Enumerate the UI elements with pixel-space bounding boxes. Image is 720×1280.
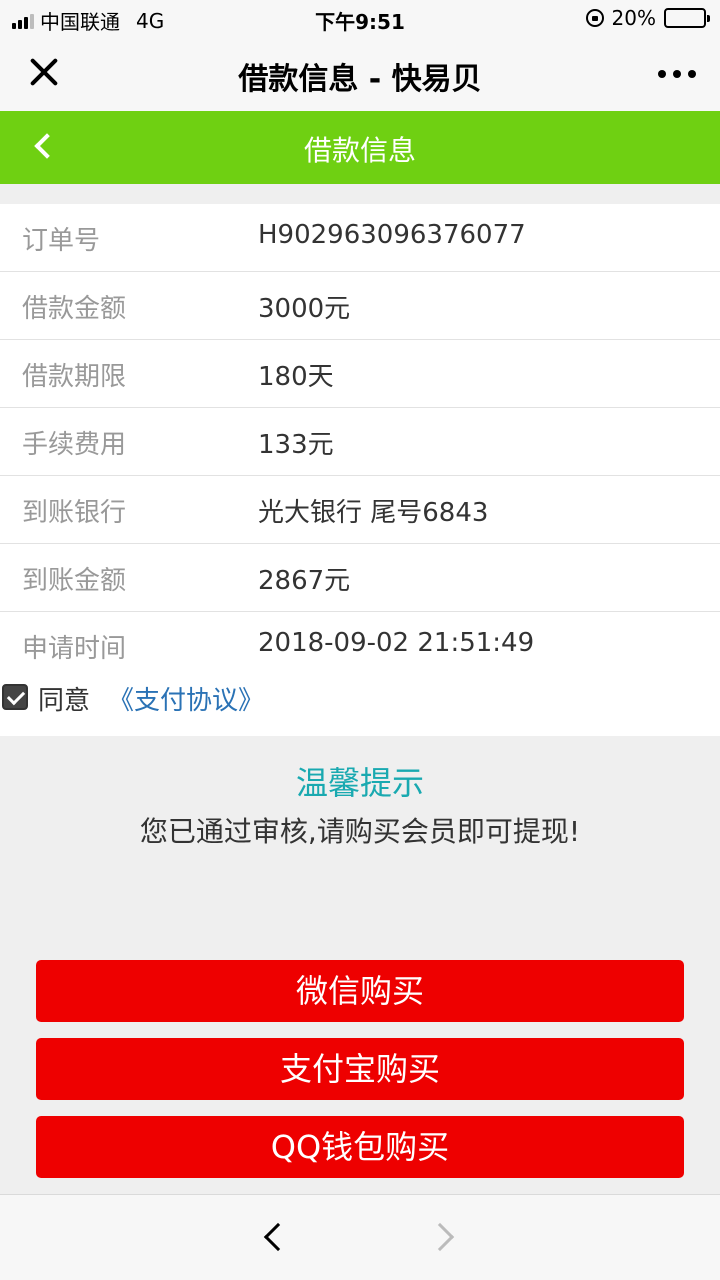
page-title: 借款信息 xyxy=(303,134,416,167)
info-row-loan-amount: 借款金额 3000元 xyxy=(0,272,720,340)
info-row-order-no: 订单号 H902963096376077 xyxy=(0,204,720,272)
agree-checkbox[interactable] xyxy=(2,684,28,710)
info-label: 订单号 xyxy=(22,226,101,256)
wechat-buy-button[interactable]: 微信购买 xyxy=(36,960,684,1022)
info-row-fee: 手续费用 133元 xyxy=(0,408,720,476)
info-value: 133元 xyxy=(258,430,334,460)
rotation-lock-icon xyxy=(585,9,604,27)
info-value: 180天 xyxy=(258,362,334,392)
agreement-row: 同意 《支付协议》 xyxy=(0,662,720,736)
battery-icon xyxy=(664,8,710,28)
page-nav-bar: 借款信息 xyxy=(0,111,720,184)
status-bar: 中国联通 4G 下午9:51 20% xyxy=(0,0,720,36)
info-value: 2867元 xyxy=(258,566,351,596)
status-right: 20% xyxy=(585,6,710,30)
webview-title: 借款信息 - 快易贝 xyxy=(238,62,482,97)
info-value: 光大银行 尾号6843 xyxy=(258,498,489,528)
info-value: H902963096376077 xyxy=(258,220,526,250)
info-label: 借款金额 xyxy=(22,294,127,324)
info-value: 2018-09-02 21:51:49 xyxy=(258,628,535,658)
forward-arrow-icon[interactable] xyxy=(425,1222,455,1252)
info-value: 3000元 xyxy=(258,294,351,324)
info-label: 到账金额 xyxy=(22,566,127,596)
alipay-buy-button[interactable]: 支付宝购买 xyxy=(36,1038,684,1100)
qq-wallet-buy-button[interactable]: QQ钱包购买 xyxy=(36,1116,684,1178)
payment-agreement-link[interactable]: 《支付协议》 xyxy=(108,680,264,717)
info-row-received-amount: 到账金额 2867元 xyxy=(0,544,720,612)
info-row-bank: 到账银行 光大银行 尾号6843 xyxy=(0,476,720,544)
info-label: 借款期限 xyxy=(22,362,127,392)
back-arrow-icon[interactable] xyxy=(263,1222,293,1252)
info-label: 申请时间 xyxy=(22,634,127,664)
more-menu-icon[interactable] xyxy=(658,70,696,78)
battery-percent: 20% xyxy=(611,6,656,30)
browser-toolbar xyxy=(0,1194,720,1280)
info-row-loan-term: 借款期限 180天 xyxy=(0,340,720,408)
info-label: 手续费用 xyxy=(22,430,127,460)
wechat-header: 借款信息 - 快易贝 xyxy=(0,36,720,111)
agree-label: 同意 xyxy=(38,686,91,716)
loan-info-list: 订单号 H902963096376077 借款金额 3000元 借款期限 180… xyxy=(0,204,720,680)
info-label: 到账银行 xyxy=(22,498,127,528)
tip-message: 您已通过审核,请购买会员即可提现! xyxy=(139,815,581,848)
tip-title: 温馨提示 xyxy=(295,764,424,802)
